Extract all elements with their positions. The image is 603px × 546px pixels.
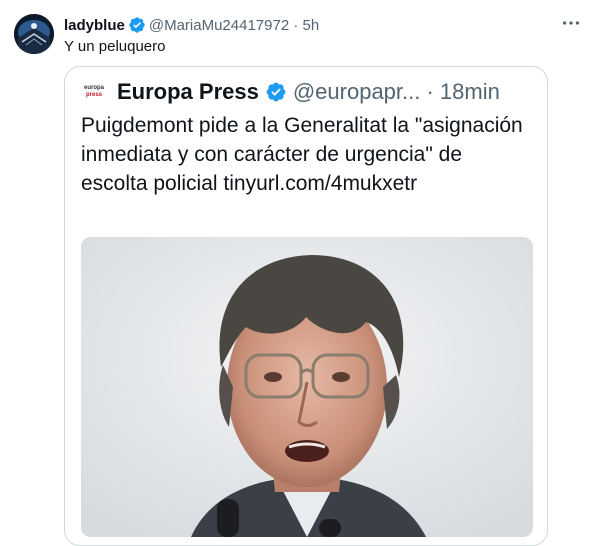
tweet-text: Y un peluquero <box>64 38 166 55</box>
logo-line-2: press <box>85 92 102 98</box>
quoted-author-handle-time[interactable]: @europapr... · 18min <box>293 79 500 105</box>
author-name[interactable]: ladyblue <box>64 17 125 34</box>
europa-press-logo[interactable]: europa press <box>81 79 107 105</box>
author-handle-time[interactable]: @MariaMu24417972 · 5h <box>149 17 319 34</box>
verified-badge-icon <box>265 81 287 103</box>
news-photo[interactable] <box>81 237 533 537</box>
tweet-header: ladyblue @MariaMu24417972 · 5h <box>64 15 319 35</box>
author-avatar[interactable] <box>14 14 54 54</box>
quoted-text: Puigdemont pide a la Generalitat la "asi… <box>81 114 523 195</box>
logo-line-1: europa <box>83 85 104 91</box>
quoted-tweet[interactable]: europa press Europa Press @europapr... ·… <box>64 66 548 546</box>
verified-badge-icon <box>128 16 146 34</box>
quoted-author-name[interactable]: Europa Press <box>117 79 259 105</box>
quoted-header: europa press Europa Press @europapr... ·… <box>81 77 500 107</box>
more-options-icon[interactable] <box>560 12 582 34</box>
